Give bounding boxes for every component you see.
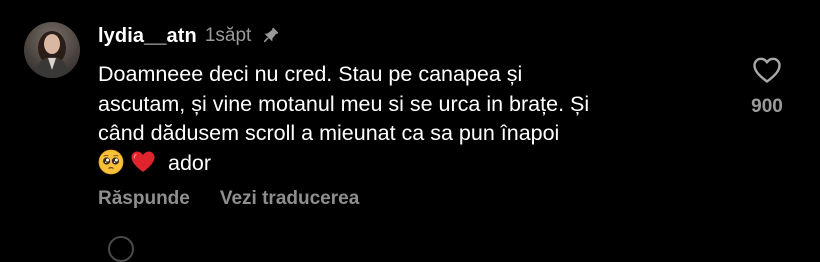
comment-actions: Răspunde Vezi traducerea — [98, 188, 359, 210]
timestamp: 1săpt — [204, 25, 252, 46]
like-area: 900 — [744, 56, 790, 118]
like-count: 900 — [751, 96, 783, 117]
see-translation-button[interactable]: Vezi traducerea — [220, 188, 359, 210]
red-heart-emoji — [130, 149, 156, 175]
username[interactable]: lydia__atn — [98, 25, 197, 48]
pin-icon — [259, 25, 281, 47]
comment-item: lydia__atn 1săpt Doamneee deci nu cred. … — [0, 0, 820, 262]
comment-text-line-last: ador — [98, 149, 718, 179]
comment-text-tail: ador — [168, 150, 212, 175]
comment-text: Doamneee deci nu cred. Stau pe canapea ș… — [98, 60, 718, 178]
heart-icon[interactable] — [752, 56, 782, 84]
comment-text-line: Doamneee deci nu cred. Stau pe canapea ș… — [98, 62, 523, 86]
reply-button[interactable]: Răspunde — [98, 188, 190, 210]
comment-text-line: ascutam, și vine motanul meu si se urca … — [98, 91, 590, 116]
comment-header: lydia__atn 1săpt — [98, 20, 281, 52]
avatar[interactable] — [24, 22, 80, 78]
pleading-face-emoji — [98, 149, 124, 175]
comment-text-line: când dădusem scroll a mieunat ca sa pun … — [98, 121, 560, 145]
